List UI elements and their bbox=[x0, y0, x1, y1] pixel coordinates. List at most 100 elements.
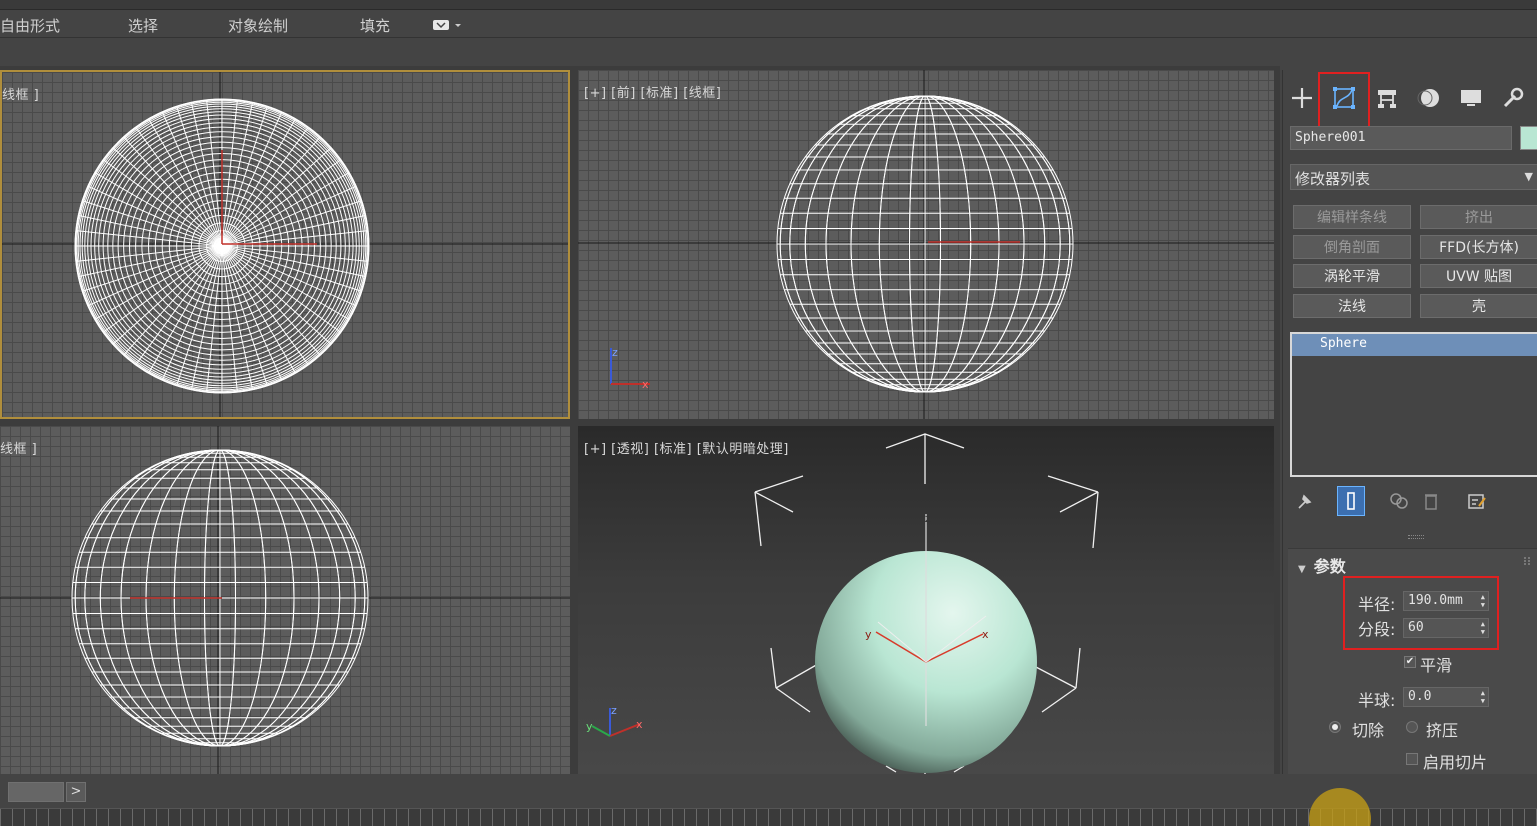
spinner-arrows-icon[interactable]: ▲ ▼ bbox=[1481, 689, 1485, 705]
modifier-ffd-box-button[interactable]: FFD(长方体) bbox=[1420, 235, 1537, 259]
modifier-uvw-map-button[interactable]: UVW 贴图 bbox=[1420, 264, 1537, 288]
svg-text:y: y bbox=[865, 628, 872, 641]
hierarchy-tab[interactable] bbox=[1368, 78, 1406, 118]
command-panel: Sphere001 修改器列表 ▼ 编辑样条线 挤出 倒角剖面 FFD(长方体)… bbox=[1282, 70, 1537, 774]
collapse-triangle-icon: ▼ bbox=[1298, 564, 1306, 575]
slice-on-label: 启用切片 bbox=[1423, 753, 1488, 772]
track-bar[interactable] bbox=[0, 808, 1537, 826]
pin-icon bbox=[1298, 494, 1312, 509]
hemisphere-value: 0.0 bbox=[1408, 689, 1432, 704]
modifier-list-dropdown[interactable]: 修改器列表 ▼ bbox=[1290, 164, 1537, 190]
display-tab[interactable] bbox=[1452, 78, 1490, 118]
axis-tripod-perspective: z x y bbox=[586, 704, 643, 737]
parameters-title: 参数 bbox=[1313, 557, 1346, 576]
squash-label: 挤压 bbox=[1426, 721, 1459, 740]
create-icon bbox=[1292, 88, 1312, 108]
command-panel-tabs bbox=[1283, 78, 1537, 118]
spinner-arrows-icon[interactable]: ▲ ▼ bbox=[1481, 593, 1485, 609]
parameters-rollout-header[interactable]: ▼ 参数 bbox=[1298, 553, 1346, 577]
svg-text:z: z bbox=[925, 512, 931, 525]
radius-spinner[interactable]: 190.0mm ▲ ▼ bbox=[1403, 591, 1489, 611]
stack-item-sphere[interactable]: Sphere bbox=[1292, 334, 1537, 356]
squash-radio[interactable] bbox=[1406, 721, 1418, 733]
viewport-perspective[interactable]: [+] [透视] [标准] [默认明暗处理] z x y z x y bbox=[578, 426, 1274, 774]
tab-freeform[interactable]: 自由形式 bbox=[0, 15, 60, 36]
tab-populate[interactable]: 填充 bbox=[360, 15, 390, 36]
create-tab[interactable] bbox=[1283, 78, 1321, 118]
show-end-result-button[interactable] bbox=[1337, 486, 1365, 516]
segments-value: 60 bbox=[1408, 620, 1424, 635]
modifier-shell-button[interactable]: 壳 bbox=[1420, 294, 1537, 318]
app-window: 自由形式 选择 对象绘制 填充 线框 ] [+] [前] [标准] [线框] z… bbox=[0, 0, 1537, 826]
smooth-label: 平滑 bbox=[1420, 656, 1453, 675]
axis-tripod-front: z x bbox=[610, 346, 650, 391]
smooth-checkbox[interactable]: ✔ bbox=[1404, 656, 1416, 668]
svg-text:x: x bbox=[642, 378, 649, 391]
time-slider[interactable] bbox=[8, 782, 64, 802]
object-name-field[interactable]: Sphere001 bbox=[1290, 126, 1512, 150]
modifier-normal-button[interactable]: 法线 bbox=[1293, 294, 1411, 318]
panel-splitter[interactable] bbox=[1408, 535, 1424, 539]
show-end-result-icon bbox=[1347, 492, 1355, 510]
hemisphere-label: 半球: bbox=[1358, 691, 1396, 710]
modifier-bevel-profile-button[interactable]: 倒角剖面 bbox=[1293, 235, 1411, 259]
object-color-swatch[interactable] bbox=[1520, 126, 1537, 150]
modifier-turbosmooth-button[interactable]: 涡轮平滑 bbox=[1293, 264, 1411, 288]
spinner-arrows-icon[interactable]: ▲ ▼ bbox=[1481, 620, 1485, 636]
make-unique-button[interactable] bbox=[1385, 486, 1413, 516]
remove-modifier-button[interactable] bbox=[1417, 486, 1445, 516]
utilities-icon bbox=[1503, 87, 1524, 108]
radius-label: 半径: bbox=[1358, 595, 1396, 614]
tab-selection[interactable]: 选择 bbox=[128, 15, 158, 36]
radius-value: 190.0mm bbox=[1408, 593, 1463, 608]
modify-tab[interactable] bbox=[1325, 78, 1363, 118]
ribbon-tab-bar: 自由形式 选择 对象绘制 填充 bbox=[0, 10, 1537, 38]
ribbon-panel bbox=[0, 39, 1537, 65]
configure-sets-button[interactable] bbox=[1463, 486, 1491, 516]
viewport-area: 线框 ] [+] [前] [标准] [线框] z x 线框] [+] [透视]… bbox=[0, 66, 1280, 774]
motion-tab[interactable] bbox=[1410, 78, 1448, 118]
svg-text:z: z bbox=[612, 346, 618, 359]
modifier-stack[interactable]: Sphere bbox=[1290, 332, 1537, 477]
modifier-list-label: 修改器列表 bbox=[1295, 170, 1371, 188]
stack-toolbar bbox=[1283, 486, 1537, 516]
chop-label: 切除 bbox=[1352, 721, 1385, 740]
time-slider-next-button[interactable]: > bbox=[66, 782, 86, 802]
viewport-top[interactable]: 线框 ] bbox=[0, 70, 570, 419]
modifier-edit-spline-button[interactable]: 编辑样条线 bbox=[1293, 205, 1411, 229]
make-unique-icon bbox=[1390, 493, 1408, 509]
svg-text:x: x bbox=[636, 718, 643, 731]
svg-text:x: x bbox=[982, 628, 989, 641]
top-toolbar-strip bbox=[0, 0, 1537, 10]
timeline-area: > bbox=[0, 776, 1537, 826]
viewport-left[interactable]: 线框 ] bbox=[0, 426, 570, 774]
tab-object-paint[interactable]: 对象绘制 bbox=[228, 15, 288, 36]
remove-modifier-icon bbox=[1425, 494, 1437, 510]
hierarchy-icon bbox=[1378, 90, 1396, 108]
slice-on-checkbox[interactable] bbox=[1406, 753, 1418, 765]
segments-label: 分段: bbox=[1358, 620, 1396, 639]
sphere-front-wireframe: z x bbox=[578, 70, 1274, 419]
chevron-down-icon: ▼ bbox=[1524, 170, 1533, 183]
svg-text:y: y bbox=[586, 720, 593, 733]
svg-text:z: z bbox=[611, 704, 617, 717]
sphere-top-wireframe bbox=[2, 72, 568, 417]
modifier-extrude-button[interactable]: 挤出 bbox=[1420, 205, 1537, 229]
chop-radio[interactable] bbox=[1329, 721, 1341, 733]
sphere-perspective-shaded: z x y z x y bbox=[586, 433, 1099, 774]
rollout-grip-icon bbox=[1524, 557, 1530, 565]
motion-icon bbox=[1417, 89, 1439, 107]
pin-stack-button[interactable] bbox=[1291, 486, 1319, 516]
ribbon-options-dropdown[interactable] bbox=[432, 17, 464, 31]
utilities-tab[interactable] bbox=[1494, 78, 1532, 118]
ribbon-toggle-icon bbox=[433, 20, 461, 30]
configure-icon bbox=[1468, 494, 1486, 509]
segments-spinner[interactable]: 60 ▲ ▼ bbox=[1403, 618, 1489, 638]
parameters-rollout: ▼ 参数 半径: 190.0mm ▲ ▼ 分段: 60 ▲ ▼ ✔ 平滑 半球: 0.… bbox=[1288, 548, 1537, 774]
display-icon bbox=[1461, 90, 1481, 106]
viewport-front[interactable]: [+] [前] [标准] [线框] z x bbox=[578, 70, 1274, 419]
chevron-right-icon: > bbox=[70, 784, 82, 799]
modify-icon bbox=[1333, 87, 1355, 109]
hemisphere-spinner[interactable]: 0.0 ▲ ▼ bbox=[1403, 687, 1489, 707]
sphere-left-wireframe bbox=[0, 426, 570, 774]
